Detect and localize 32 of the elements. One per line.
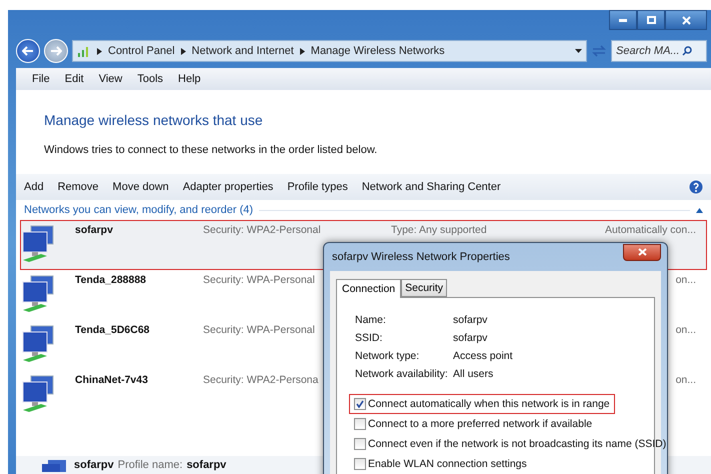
profile-value: sofarpv [186,459,226,471]
field-label: Network availability: [355,368,449,382]
field-label: Name: [355,314,387,328]
field-label: Network type: [355,350,420,364]
network-security: Security: WPA-Personal [203,274,315,286]
group-title: Networks you can view, modify, and reorder (4) [24,204,254,216]
option-label: Enable WLAN connection settings [368,458,527,470]
connection-mode: on... [676,324,697,336]
network-name: Tenda_5D6C68 [75,324,150,336]
field-value: sofarpv [453,314,488,328]
connection-mode: on... [676,374,697,386]
option-label: Connect automatically when this network is in range [368,398,610,410]
network-name: Tenda_288888 [75,274,146,286]
network-security: Security: WPA2-Personal [203,224,321,236]
network-type: Type: Any supported [391,224,487,236]
network-security: Security: WPA-Personal [203,324,315,336]
option-label: Connect even if the network is not broadcasting its name (SSID) [368,438,666,450]
profile-label: Profile name: [118,459,183,471]
field-value: sofarpv [453,332,488,346]
page-heading: Manage wireless networks that use [44,112,264,128]
connection-mode: on... [676,274,697,286]
details-network-name: sofarpv [74,459,114,471]
field-value: All users [453,368,494,382]
option-label: Connect to a more preferred network if available [368,418,592,430]
network-security: Security: WPA2-Persona [203,374,318,386]
page-description: Windows tries to connect to these networks in the order listed below. [44,144,378,156]
network-name: sofarpv [75,224,113,236]
connection-mode: Automatically con... [604,224,697,236]
network-name: ChinaNet-7v43 [75,374,148,386]
dialog-title: sofarpv Wireless Network Properties [332,251,510,263]
field-label: SSID: [355,332,384,346]
field-value: Access point [453,350,514,364]
